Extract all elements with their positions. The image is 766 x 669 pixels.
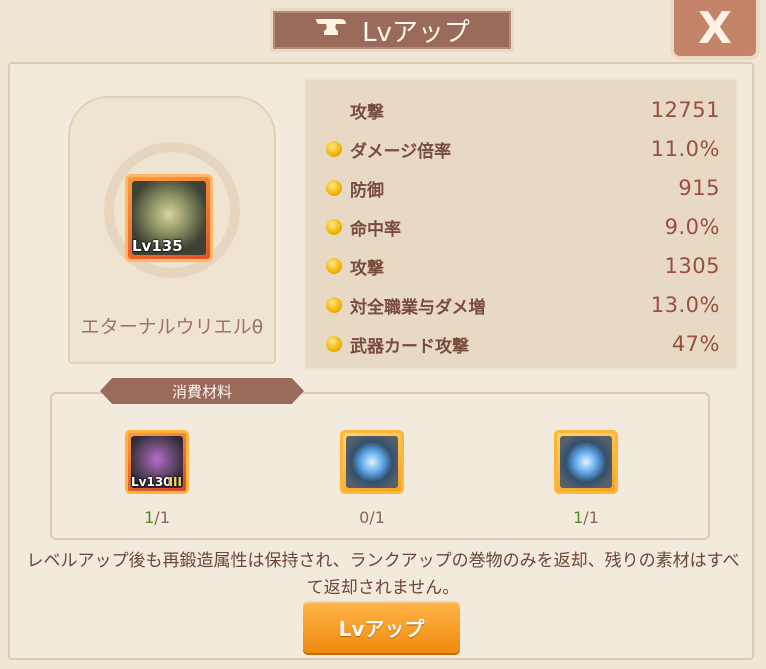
material-have: 1 [144,508,155,527]
stat-bullet [326,102,342,118]
material-tier: III [168,475,182,489]
page-title: Lvアップ [362,17,470,48]
equipment-name: エターナルウリエルθ [80,316,264,338]
stat-value: 1305 [664,254,720,278]
stat-row: 防御 915 [326,172,720,204]
stat-value: 11.0% [650,137,720,161]
stat-label: 攻撃 [350,258,384,279]
title-plate: Lvアップ [270,8,514,52]
gold-bullet-icon [326,297,342,313]
gold-scroll-icon [560,436,612,488]
equipment-icon[interactable]: Lv135 [125,174,213,262]
stat-label: 武器カード攻撃 [350,336,469,357]
stat-row: 武器カード攻撃 47% [326,328,720,360]
material-level: Lv130 [131,475,172,489]
material-count: 1/1 [144,508,170,527]
material-count: 0/1 [359,508,385,527]
materials-title: 消費材料 [100,378,304,404]
material-need: 1 [588,508,599,527]
gold-bullet-icon [326,180,342,196]
stat-value: 13.0% [650,293,720,317]
stat-label: 攻撃 [350,102,384,123]
level-up-button[interactable]: Lvアップ [303,601,460,653]
material-weapon-icon[interactable]: Lv130 III [125,430,189,494]
material-blue-scroll[interactable] [340,430,404,494]
info-note: レベルアップ後も再鍛造属性は保持され、ランクアップの巻物のみを返却、残りの素材は… [26,551,740,598]
stat-label: 命中率 [350,219,401,240]
material-need: 1 [159,508,170,527]
stat-label: 対全職業与ダメ増 [350,297,486,318]
gold-bullet-icon [326,141,342,157]
material-need: 1 [374,508,385,527]
gold-bullet-icon [326,336,342,352]
stat-label: ダメージ倍率 [350,141,452,162]
close-button[interactable]: X [670,0,760,60]
gold-bullet-icon [326,258,342,274]
stat-row: 攻撃 1305 [326,250,720,282]
material-have: 1 [573,508,584,527]
material-count: 1/1 [573,508,599,527]
material-have: 0 [359,508,370,527]
stat-row: ダメージ倍率 11.0% [326,133,720,165]
gold-bullet-icon [326,219,342,235]
stat-row: 命中率 9.0% [326,211,720,243]
stat-value: 12751 [650,98,720,122]
stats-panel: 攻撃 12751 ダメージ倍率 11.0% 防御 915 命中率 9.0% 攻撃… [304,78,738,370]
anvil-icon [314,15,348,46]
stat-row: 攻撃 12751 [326,94,720,126]
stat-value: 47% [671,332,720,356]
blue-scroll-icon [346,436,398,488]
stat-value: 915 [678,176,720,200]
stat-value: 9.0% [664,215,720,239]
stat-label: 防御 [350,180,384,201]
stat-row: 対全職業与ダメ増 13.0% [326,289,720,321]
equipment-level: Lv135 [132,237,183,255]
material-gold-scroll[interactable] [554,430,618,494]
